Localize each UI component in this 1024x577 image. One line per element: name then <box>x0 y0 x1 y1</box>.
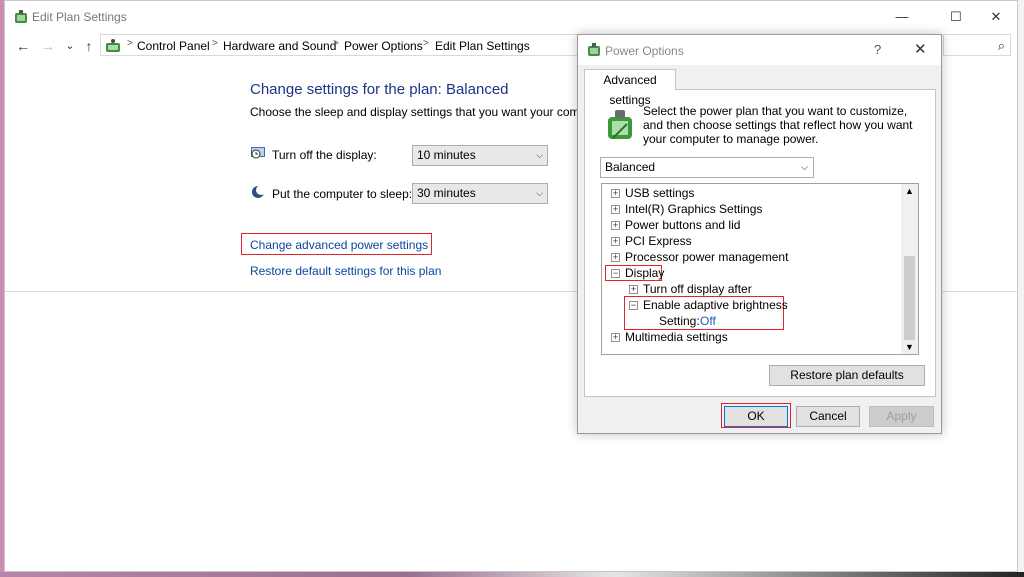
breadcrumb-separator: > <box>212 38 218 49</box>
sleep-label: Put the computer to sleep: <box>272 187 413 201</box>
forward-arrow-icon[interactable]: → <box>38 34 58 58</box>
tree-scrollbar[interactable]: ▲ ▼ <box>901 184 918 354</box>
cancel-button[interactable]: Cancel <box>796 406 860 427</box>
breadcrumb-separator: > <box>127 38 133 49</box>
chevron-down-icon: ⌵ <box>801 162 808 172</box>
adaptive-brightness-value[interactable]: Off <box>700 314 716 328</box>
help-button[interactable]: ? <box>874 42 881 57</box>
plan-select[interactable]: Balanced ⌵ <box>600 157 814 178</box>
power-options-icon <box>588 43 600 56</box>
dialog-close-button[interactable]: ✕ <box>914 40 927 58</box>
tree-item-adaptive-brightness[interactable]: Enable adaptive brightness <box>643 298 788 312</box>
change-advanced-settings-link[interactable]: Change advanced power settings <box>250 238 428 252</box>
panel-description: Select the power plan that you want to c… <box>643 104 913 146</box>
dialog-title: Power Options <box>605 44 684 58</box>
breadcrumb-separator: > <box>333 38 339 49</box>
expand-icon[interactable]: + <box>611 189 620 198</box>
restore-defaults-link[interactable]: Restore default settings for this plan <box>250 264 441 278</box>
tree-item-intel-graphics[interactable]: Intel(R) Graphics Settings <box>625 202 762 216</box>
breadcrumb-separator: > <box>423 38 429 49</box>
breadcrumb-hardware-and-sound[interactable]: Hardware and Sound <box>223 39 336 53</box>
title-bar: Edit Plan Settings — ☐ ✕ <box>5 1 1017 32</box>
expand-icon[interactable]: + <box>629 285 638 294</box>
expand-icon[interactable]: + <box>611 253 620 262</box>
tab-advanced-settings[interactable]: Advanced settings <box>584 69 676 107</box>
turn-off-display-value: 10 minutes <box>417 148 476 162</box>
sleep-value: 30 minutes <box>417 186 476 200</box>
settings-tree[interactable]: + USB settings + Intel(R) Graphics Setti… <box>601 183 919 355</box>
moon-icon <box>252 185 266 198</box>
power-options-dialog: Power Options ? ✕ Advanced settings Sele… <box>577 34 942 434</box>
expand-icon[interactable]: + <box>611 333 620 342</box>
chevron-down-icon: ⌵ <box>536 188 543 198</box>
tree-item-power-buttons[interactable]: Power buttons and lid <box>625 218 740 232</box>
tree-item-usb-settings[interactable]: USB settings <box>625 186 694 200</box>
turn-off-display-select[interactable]: 10 minutes ⌵ <box>412 145 548 166</box>
power-options-icon <box>15 10 27 23</box>
dialog-title-bar: Power Options ? ✕ <box>578 35 941 65</box>
recent-locations-icon[interactable]: ⌄ <box>60 34 80 58</box>
up-arrow-icon[interactable]: ↑ <box>79 34 99 58</box>
tree-item-turn-off-display-after[interactable]: Turn off display after <box>643 282 752 296</box>
back-arrow-icon[interactable]: ← <box>13 34 33 58</box>
scroll-up-icon[interactable]: ▲ <box>905 186 914 196</box>
tree-item-pci-express[interactable]: PCI Express <box>625 234 692 248</box>
collapse-icon[interactable]: − <box>611 269 620 278</box>
scroll-thumb[interactable] <box>904 256 915 340</box>
chevron-down-icon: ⌵ <box>536 150 543 160</box>
tree-item-processor-power[interactable]: Processor power management <box>625 250 788 264</box>
expand-icon[interactable]: + <box>611 205 620 214</box>
scroll-down-icon[interactable]: ▼ <box>905 342 914 352</box>
ok-button[interactable]: OK <box>724 406 788 427</box>
restore-plan-defaults-button[interactable]: Restore plan defaults <box>769 365 925 386</box>
collapse-icon[interactable]: − <box>629 301 638 310</box>
battery-plug-icon <box>608 110 632 139</box>
tree-item-display[interactable]: Display <box>625 266 664 280</box>
breadcrumb-edit-plan-settings[interactable]: Edit Plan Settings <box>435 39 530 53</box>
desktop-background-right <box>1018 0 1024 577</box>
search-icon: ⌕ <box>997 38 1005 53</box>
sleep-select[interactable]: 30 minutes ⌵ <box>412 183 548 204</box>
control-panel-icon <box>106 39 120 52</box>
monitor-clock-icon <box>251 147 265 159</box>
expand-icon[interactable]: + <box>611 221 620 230</box>
page-title: Change settings for the plan: Balanced <box>250 81 509 98</box>
expand-icon[interactable]: + <box>611 237 620 246</box>
turn-off-display-label: Turn off the display: <box>272 148 377 162</box>
breadcrumb-control-panel[interactable]: Control Panel <box>137 39 210 53</box>
breadcrumb-power-options[interactable]: Power Options <box>344 39 423 53</box>
setting-label: Setting: <box>659 314 700 328</box>
window-title: Edit Plan Settings <box>32 10 127 24</box>
apply-button[interactable]: Apply <box>869 406 934 427</box>
address-bar[interactable]: > Control Panel > Hardware and Sound > P… <box>100 34 580 56</box>
desktop-background-bottom <box>0 572 1024 577</box>
search-input[interactable]: ⌕ <box>943 34 1011 56</box>
close-button[interactable]: ✕ <box>973 1 1019 32</box>
plan-select-value: Balanced <box>605 160 656 174</box>
minimize-button[interactable]: — <box>879 1 925 32</box>
tree-item-multimedia-settings[interactable]: Multimedia settings <box>625 330 728 344</box>
advanced-settings-panel: Select the power plan that you want to c… <box>584 89 936 397</box>
page-subtitle: Choose the sleep and display settings th… <box>250 105 580 119</box>
